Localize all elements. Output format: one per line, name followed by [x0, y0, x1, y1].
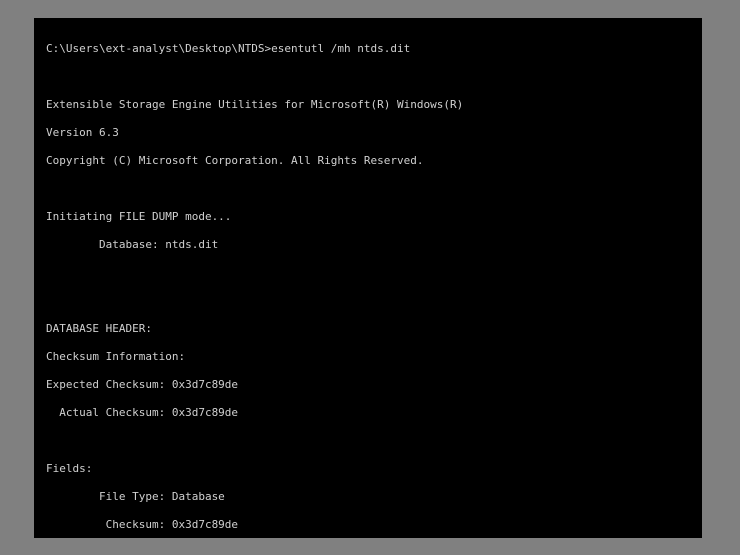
- banner-line: Extensible Storage Engine Utilities for …: [46, 98, 690, 112]
- fields-title: Fields:: [46, 462, 690, 476]
- command-prompt-line: C:\Users\ext-analyst\Desktop\NTDS>esentu…: [46, 42, 690, 56]
- blank-line: [46, 266, 690, 280]
- blank-line: [46, 294, 690, 308]
- field-checksum: Checksum: 0x3d7c89de: [46, 518, 690, 532]
- blank-line: [46, 70, 690, 84]
- field-file-type: File Type: Database: [46, 490, 690, 504]
- banner-version: Version 6.3: [46, 126, 690, 140]
- actual-checksum: Actual Checksum: 0x3d7c89de: [46, 406, 690, 420]
- blank-line: [46, 434, 690, 448]
- prompt-text: C:\Users\ext-analyst\Desktop\NTDS>esentu…: [46, 42, 410, 55]
- database-file-line: Database: ntds.dit: [46, 238, 690, 252]
- banner-copyright: Copyright (C) Microsoft Corporation. All…: [46, 154, 690, 168]
- checksum-info-title: Checksum Information:: [46, 350, 690, 364]
- expected-checksum: Expected Checksum: 0x3d7c89de: [46, 378, 690, 392]
- blank-line: [46, 182, 690, 196]
- terminal-window[interactable]: C:\Users\ext-analyst\Desktop\NTDS>esentu…: [34, 18, 702, 538]
- initiating-line: Initiating FILE DUMP mode...: [46, 210, 690, 224]
- database-header-title: DATABASE HEADER:: [46, 322, 690, 336]
